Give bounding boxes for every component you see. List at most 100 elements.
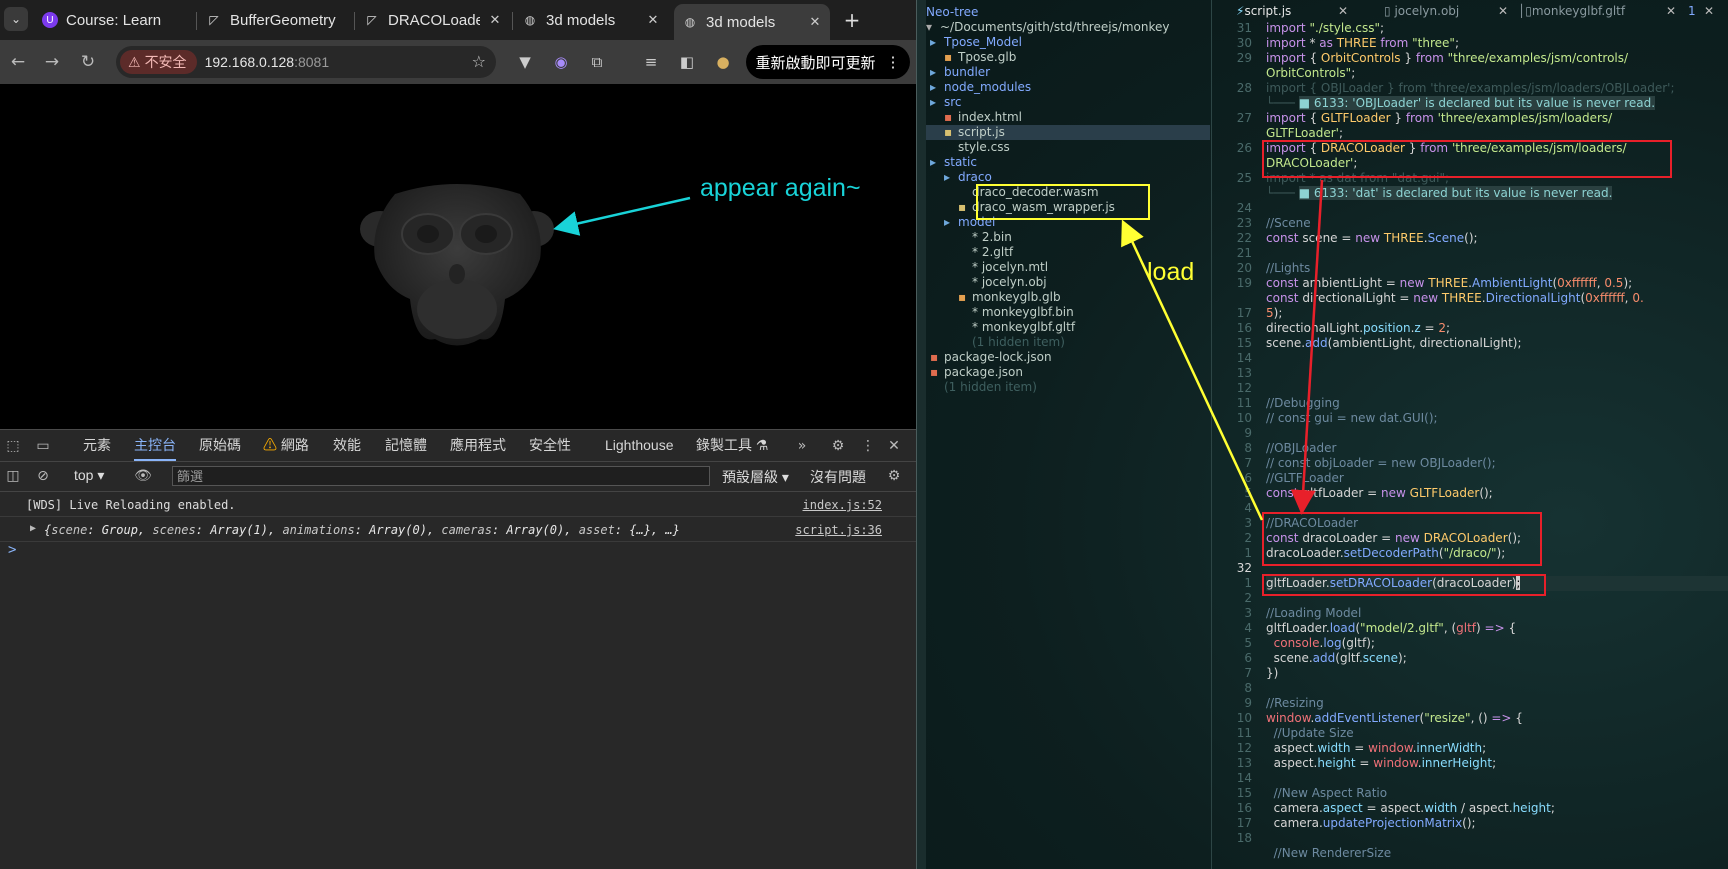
tab-3d-models[interactable]: ◍ 3d models ✕ (514, 4, 668, 36)
tree-item-label: * jocelyn.mtl (972, 260, 1049, 274)
clear-console-icon[interactable]: ⊘ (33, 466, 53, 486)
console-settings-icon[interactable]: ⚙ (884, 466, 904, 486)
tree-file[interactable]: * monkeyglbf.bin (926, 305, 1210, 320)
tree-file[interactable]: * 2.bin (926, 230, 1210, 245)
line-number: 11 (1236, 726, 1252, 740)
buffer-tab-monkeyglbf-gltf[interactable]: │▯monkeyglbf.gltf (1518, 4, 1625, 18)
source-link[interactable]: script.js:36 (795, 523, 882, 537)
buffer-tab-jocelyn-obj[interactable]: ▯ jocelyn.obj (1384, 4, 1459, 18)
devtools-tabbar: ⬚ ▭ 元素 主控台 原始碼 ⚠ 網路 效能 記憶體 應用程式 安全性 Ligh… (0, 430, 916, 462)
tree-folder[interactable]: ▸ src (926, 95, 1210, 110)
tree-folder[interactable]: ▸ model (926, 215, 1210, 230)
close-buffer-icon[interactable]: ✕ (1338, 4, 1348, 18)
issues-counter[interactable]: 沒有問題 (810, 467, 866, 487)
tab-buffergeometry[interactable]: ◸ BufferGeometry (198, 4, 352, 36)
star-icon[interactable]: ☆ (472, 52, 486, 71)
tree-file[interactable]: ▪ index.html (926, 110, 1210, 125)
tab-performance[interactable]: 效能 (333, 430, 361, 461)
extension-purple-icon[interactable]: ◉ (550, 51, 572, 73)
tab-console[interactable]: 主控台 (134, 430, 176, 461)
avatar[interactable]: ● (712, 51, 734, 73)
forward-icon[interactable]: → (40, 50, 64, 74)
sidebar-toggle-icon[interactable]: ◫ (3, 466, 23, 486)
line-number: 24 (1236, 201, 1252, 215)
close-tab-icon[interactable]: ✕ (488, 12, 502, 28)
line-number: 23 (1236, 216, 1252, 230)
annotation-load: load (1147, 258, 1195, 286)
line-number: 12 (1236, 381, 1252, 395)
tab-memory[interactable]: 記憶體 (385, 430, 427, 461)
close-buffer-icon[interactable]: ✕ (1704, 4, 1714, 18)
line-number (1212, 96, 1252, 111)
close-devtools-icon[interactable]: ✕ (884, 436, 904, 456)
tab-security[interactable]: 安全性 (529, 430, 571, 461)
tab-elements[interactable]: 元素 (83, 430, 111, 461)
console-prompt[interactable]: > (8, 542, 16, 558)
tab-sources[interactable]: 原始碼 (199, 430, 241, 461)
tab-recorder[interactable]: 錄製工具 ⚗ (696, 430, 768, 461)
side-panel-icon[interactable]: ◧ (676, 51, 698, 73)
tree-folder[interactable]: ▸ draco (926, 170, 1210, 185)
close-buffer-icon[interactable]: ✕ (1498, 4, 1508, 18)
tree-file[interactable]: (1 hidden item) (926, 380, 1210, 395)
inspect-element-icon[interactable]: ⬚ (3, 436, 23, 456)
tab-3d-models-active[interactable]: ◍ 3d models ✕ (674, 4, 830, 40)
tree-file[interactable]: ▪ script.js (926, 125, 1210, 140)
console-filter-input[interactable] (172, 466, 710, 486)
log-levels-dropdown[interactable]: 預設層級 ▾ (722, 467, 789, 487)
device-toolbar-icon[interactable]: ▭ (33, 436, 53, 456)
reload-icon[interactable]: ↻ (76, 50, 100, 74)
tree-item-label: script.js (958, 125, 1005, 139)
tree-file[interactable]: ▪ draco_wasm_wrapper.js (926, 200, 1210, 215)
close-tab-icon[interactable]: ✕ (808, 14, 822, 30)
tree-folder[interactable]: ▸ bundler (926, 65, 1210, 80)
tree-file[interactable]: (1 hidden item) (926, 335, 1210, 350)
line-number: 4 (1244, 621, 1252, 635)
tab-course[interactable]: U Course: Learn (34, 4, 194, 36)
console-message-object[interactable]: ▶ {scene: Group, scenes: Array(1), anima… (0, 518, 916, 542)
line-number: 4 (1244, 501, 1252, 515)
update-button[interactable]: 重新啟動即可更新 ⋮ (746, 45, 910, 79)
line-number: 17 (1236, 816, 1252, 830)
tree-file[interactable]: style.css (926, 140, 1210, 155)
tree-item-label: * 2.gltf (972, 245, 1014, 259)
tab-application[interactable]: 應用程式 (450, 430, 506, 461)
eye-icon[interactable]: 👁 (133, 466, 153, 486)
source-link[interactable]: index.js:52 (803, 498, 882, 512)
tree-file[interactable]: ▪ package-lock.json (926, 350, 1210, 365)
reading-list-icon[interactable]: ≡ (640, 51, 662, 73)
tree-file[interactable]: * monkeyglbf.gltf (926, 320, 1210, 335)
tab-network[interactable]: ⚠ 網路 (263, 430, 309, 461)
tree-folder[interactable]: ▸ Tpose_Model (926, 35, 1210, 50)
more-tabs-icon[interactable]: » (792, 436, 812, 456)
tree-folder[interactable]: ▸ node_modules (926, 80, 1210, 95)
menu-kebab-icon[interactable]: ⋮ (858, 436, 878, 456)
context-selector[interactable]: top ▾ (74, 467, 104, 484)
address-bar[interactable]: ⚠ 不安全 192.168.0.128:8081 ☆ (116, 46, 496, 78)
tab-dracoloader[interactable]: ◸ DRACOLoader ✕ (356, 4, 510, 36)
settings-gear-icon[interactable]: ⚙ (828, 436, 848, 456)
tree-file[interactable]: ▪ monkeyglb.glb (926, 290, 1210, 305)
tree-item-label: package.json (944, 365, 1024, 379)
security-chip[interactable]: ⚠ 不安全 (120, 50, 197, 74)
expand-triangle-icon[interactable]: ▶ (30, 523, 36, 534)
close-tab-icon[interactable]: ✕ (646, 12, 660, 28)
back-icon[interactable]: ← (6, 50, 30, 74)
new-tab-button[interactable]: + (838, 6, 866, 34)
tree-file[interactable]: ▪ package.json (926, 365, 1210, 380)
vue-devtools-icon[interactable]: ▼ (514, 51, 536, 73)
webgl-canvas[interactable]: appear again~ (0, 84, 916, 429)
close-buffer-icon[interactable]: ✕ (1666, 4, 1676, 18)
extensions-puzzle-icon[interactable]: ⧉ (586, 51, 608, 73)
buffer-tab-script-js[interactable]: ⚡script.js (1236, 4, 1291, 18)
tab-lighthouse[interactable]: Lighthouse (605, 430, 674, 461)
tree-item-label: draco_wasm_wrapper.js (972, 200, 1115, 214)
console-toolbar: ◫ ⊘ top ▾ 👁 預設層級 ▾ 沒有問題 ⚙ (0, 462, 916, 492)
window-divider[interactable] (916, 0, 926, 869)
folder-icon: ▸ (930, 80, 937, 94)
tab-search-icon[interactable]: ⌄ (4, 7, 28, 31)
line-number: 20 (1236, 261, 1252, 275)
tree-file[interactable]: draco_decoder.wasm (926, 185, 1210, 200)
tree-folder[interactable]: ▸ static (926, 155, 1210, 170)
tree-file[interactable]: ▪ Tpose.glb (926, 50, 1210, 65)
